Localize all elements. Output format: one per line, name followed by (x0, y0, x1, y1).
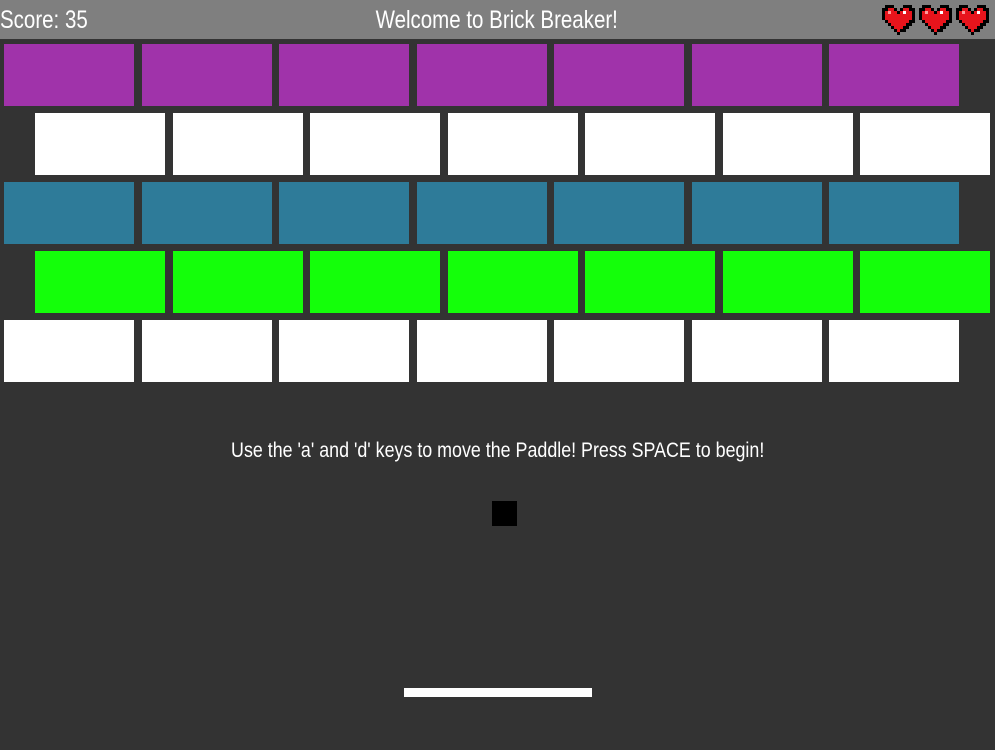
brick (4, 44, 134, 106)
brick (172, 113, 303, 175)
brick (416, 44, 547, 106)
brick (447, 251, 578, 313)
brick (279, 320, 409, 382)
brick (722, 113, 853, 175)
brick (141, 182, 272, 244)
brick (554, 182, 684, 244)
brick (141, 44, 272, 106)
brick (691, 320, 822, 382)
brick (691, 44, 822, 106)
ball (492, 501, 517, 526)
instructions-text: Use the 'a' and 'd' keys to move the Pad… (230, 439, 765, 462)
brick (172, 251, 303, 313)
brick (35, 251, 165, 313)
brick (691, 182, 822, 244)
brick (554, 44, 684, 106)
brick (310, 251, 440, 313)
brick (447, 113, 578, 175)
brick (829, 44, 959, 106)
instructions-message: Use the 'a' and 'd' keys to move the Pad… (0, 437, 995, 465)
brick (860, 251, 990, 313)
brick (416, 182, 547, 244)
brick (585, 251, 715, 313)
brick (860, 113, 990, 175)
brick (585, 113, 715, 175)
brick (35, 113, 165, 175)
brick (4, 320, 134, 382)
brick-wall (0, 0, 995, 400)
brick (310, 113, 440, 175)
brick (279, 44, 409, 106)
brick (279, 182, 409, 244)
brick (722, 251, 853, 313)
game-canvas[interactable]: Score: 35 Welcome to Brick Breaker! Use … (0, 0, 995, 750)
brick (141, 320, 272, 382)
paddle[interactable] (404, 688, 592, 697)
brick (554, 320, 684, 382)
brick (829, 320, 959, 382)
brick (416, 320, 547, 382)
brick (4, 182, 134, 244)
brick (829, 182, 959, 244)
